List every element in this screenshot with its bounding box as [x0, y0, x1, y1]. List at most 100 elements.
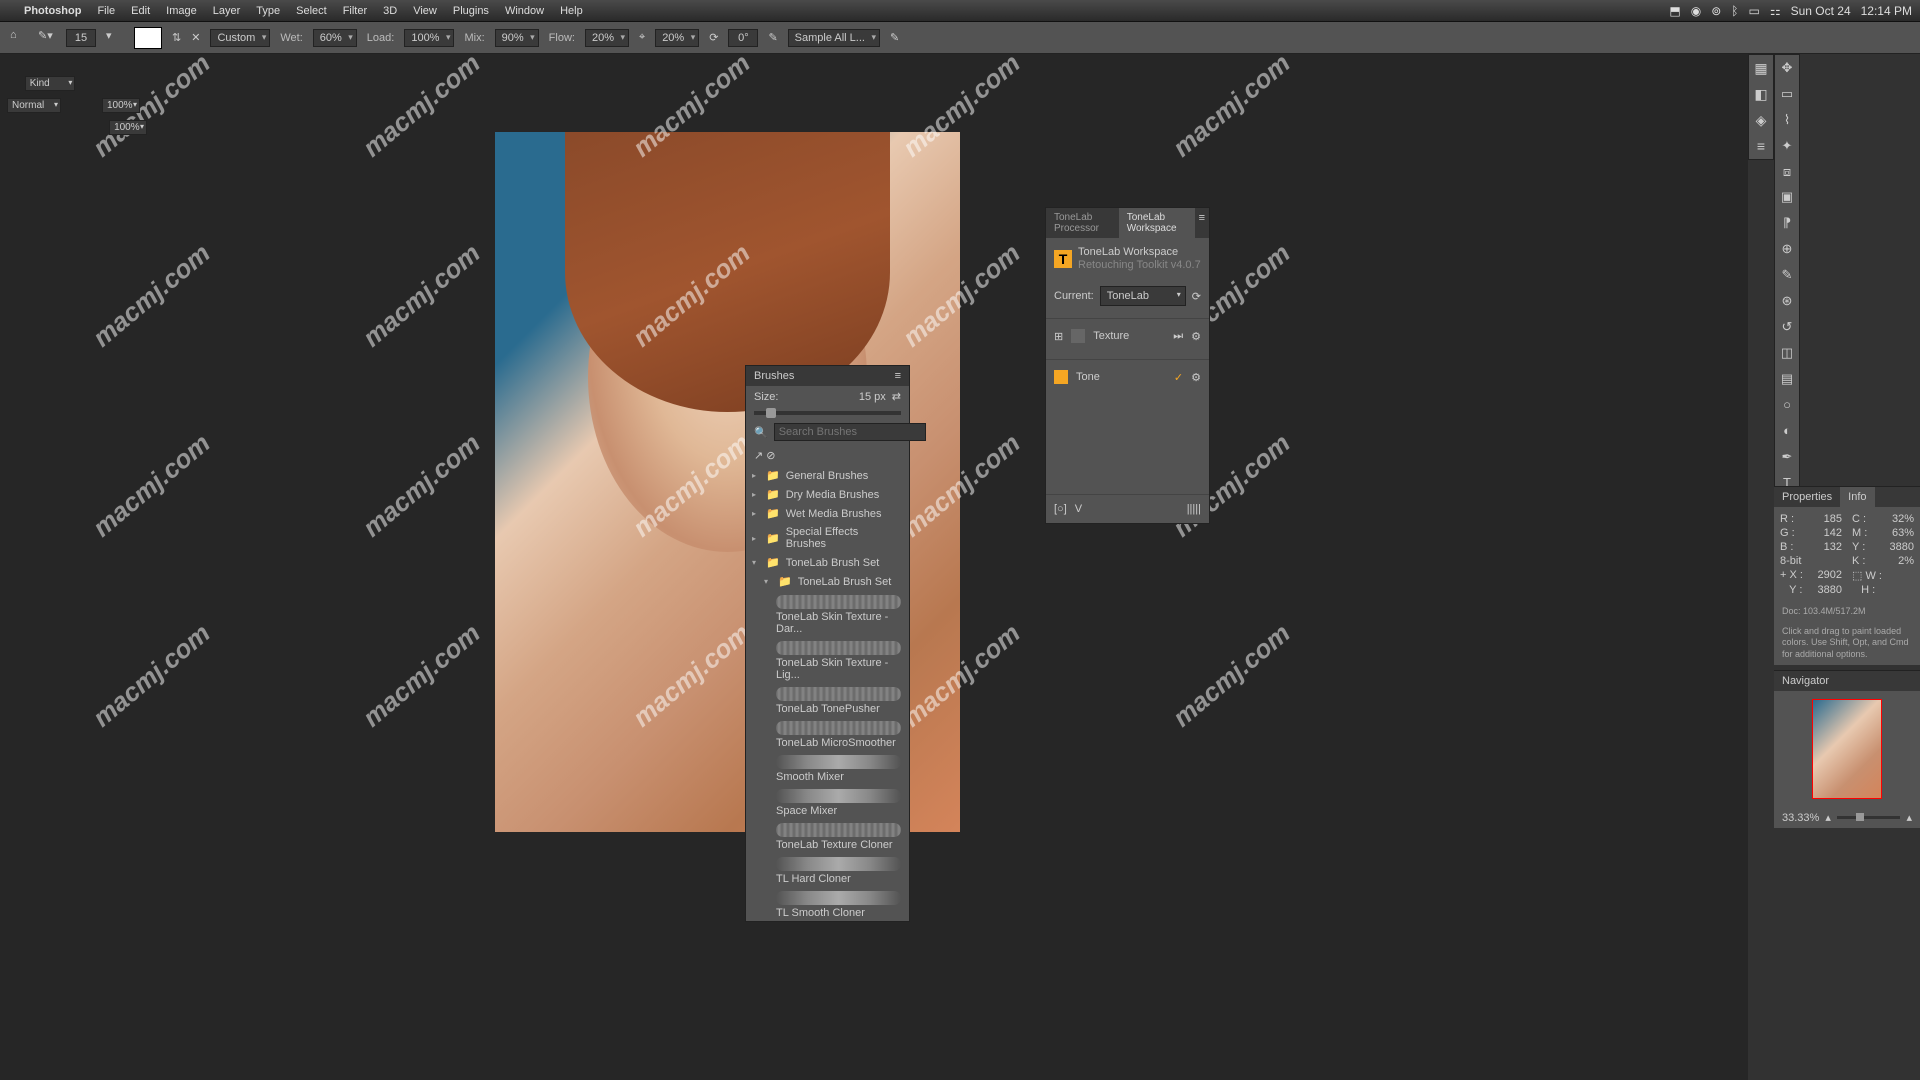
- bluetooth-icon[interactable]: ᛒ: [1731, 4, 1738, 18]
- refresh-icon[interactable]: ⟳: [1192, 290, 1201, 303]
- tool-icon[interactable]: ✎▾: [38, 29, 56, 47]
- menu-file[interactable]: File: [97, 5, 115, 17]
- brush-preset-icon[interactable]: ▾: [106, 29, 124, 47]
- pen-tool-icon[interactable]: ✒: [1775, 444, 1799, 470]
- status-icon[interactable]: ◉: [1691, 4, 1701, 18]
- grid-icon[interactable]: ⊞: [1054, 330, 1063, 343]
- clean-brush-icon[interactable]: ✕: [191, 31, 200, 44]
- settings-icon[interactable]: ⚙: [1191, 371, 1201, 384]
- flow-value[interactable]: 20%: [585, 29, 629, 47]
- flip-icon[interactable]: ⇄: [892, 390, 901, 403]
- menu-select[interactable]: Select: [296, 5, 327, 17]
- gradient-tool-icon[interactable]: ▤: [1775, 366, 1799, 392]
- navigator-thumb[interactable]: [1812, 699, 1882, 799]
- rotation-icon[interactable]: ⟳: [709, 31, 718, 44]
- brush-item[interactable]: Space Mixer: [746, 785, 909, 819]
- battery-icon[interactable]: ▭: [1748, 4, 1759, 18]
- rotation-value[interactable]: 0°: [728, 29, 758, 47]
- brush-size[interactable]: 15: [66, 29, 96, 47]
- tablet-icon[interactable]: ✎: [890, 31, 899, 44]
- status-icon[interactable]: ⊚: [1711, 4, 1721, 18]
- fill-value[interactable]: 100%: [109, 120, 147, 135]
- v-icon[interactable]: V: [1075, 503, 1082, 515]
- recent-brush-icon[interactable]: ↗: [754, 450, 763, 462]
- menu-image[interactable]: Image: [166, 5, 197, 17]
- menu-window[interactable]: Window: [505, 5, 544, 17]
- status-icon[interactable]: ⬒: [1669, 4, 1680, 18]
- tab-properties[interactable]: Properties: [1774, 487, 1840, 507]
- menu-view[interactable]: View: [413, 5, 437, 17]
- pressure-icon[interactable]: ✎: [768, 31, 777, 44]
- panel-icon[interactable]: ≡: [1749, 133, 1773, 159]
- crop-tool-icon[interactable]: ⧈: [1775, 159, 1799, 185]
- brush-item[interactable]: TL Hard Cloner: [746, 853, 909, 887]
- current-select[interactable]: ToneLab: [1100, 286, 1186, 306]
- move-tool-icon[interactable]: ✥: [1775, 55, 1799, 81]
- panel-menu-icon[interactable]: ≡: [1195, 208, 1209, 238]
- color-swatch[interactable]: [134, 27, 162, 49]
- kind-select[interactable]: Kind: [25, 76, 76, 91]
- menu-filter[interactable]: Filter: [343, 5, 367, 17]
- settings-icon[interactable]: ⚙: [1191, 330, 1201, 343]
- marquee-tool-icon[interactable]: ▭: [1775, 81, 1799, 107]
- size-slider[interactable]: [754, 411, 901, 415]
- dodge-tool-icon[interactable]: ◐: [1775, 418, 1799, 444]
- menu-help[interactable]: Help: [560, 5, 583, 17]
- bars-icon[interactable]: |||||: [1187, 503, 1201, 515]
- skip-icon[interactable]: ⏭: [1173, 330, 1183, 343]
- menu-3d[interactable]: 3D: [383, 5, 397, 17]
- zoom-value[interactable]: 33.33%: [1782, 812, 1819, 824]
- stamp-tool-icon[interactable]: ⊛: [1775, 288, 1799, 314]
- angle-value[interactable]: 20%: [655, 29, 699, 47]
- menubar-time[interactable]: 12:14 PM: [1861, 4, 1912, 18]
- tab-workspace[interactable]: ToneLab Workspace: [1119, 208, 1195, 238]
- brush-folder[interactable]: 📁Wet Media Brushes: [746, 504, 909, 523]
- brush-item[interactable]: ToneLab Skin Texture - Dar...: [746, 591, 909, 637]
- panel-icon[interactable]: ▦: [1749, 55, 1773, 81]
- panel-menu-icon[interactable]: ≡: [895, 370, 901, 382]
- zoom-in-icon[interactable]: ▴: [1906, 811, 1912, 824]
- recent-brush-icon[interactable]: ⊘: [766, 450, 775, 462]
- menu-type[interactable]: Type: [256, 5, 280, 17]
- wand-tool-icon[interactable]: ✦: [1775, 133, 1799, 159]
- blend-select[interactable]: Normal: [7, 98, 61, 113]
- heal-tool-icon[interactable]: ⊕: [1775, 236, 1799, 262]
- brush-folder[interactable]: 📁Special Effects Brushes: [746, 523, 909, 553]
- search-input[interactable]: [774, 423, 926, 441]
- brush-item[interactable]: Smooth Mixer: [746, 751, 909, 785]
- tone-label[interactable]: Tone: [1076, 371, 1100, 383]
- brush-folder[interactable]: 📁ToneLab Brush Set: [746, 553, 909, 572]
- size-value[interactable]: 15 px: [859, 391, 886, 403]
- mode-select[interactable]: Custom: [210, 29, 270, 47]
- eraser-tool-icon[interactable]: ◫: [1775, 340, 1799, 366]
- texture-label[interactable]: Texture: [1093, 330, 1129, 342]
- menubar-date[interactable]: Sun Oct 24: [1791, 4, 1851, 18]
- brush-tool-icon[interactable]: ✎: [1775, 262, 1799, 288]
- wet-value[interactable]: 60%: [313, 29, 357, 47]
- tab-processor[interactable]: ToneLab Processor: [1046, 208, 1119, 238]
- brush-item[interactable]: ToneLab Skin Texture - Lig...: [746, 637, 909, 683]
- brush-item[interactable]: ToneLab TonePusher: [746, 683, 909, 717]
- brush-folder[interactable]: 📁Dry Media Brushes: [746, 485, 909, 504]
- brush-item[interactable]: TL Smooth Cloner: [746, 887, 909, 921]
- panel-icon[interactable]: ◈: [1749, 107, 1773, 133]
- panel-icon[interactable]: ◧: [1749, 81, 1773, 107]
- zoom-slider[interactable]: [1837, 816, 1901, 819]
- menu-layer[interactable]: Layer: [213, 5, 241, 17]
- home-icon[interactable]: ⌂: [10, 29, 28, 47]
- brush-folder[interactable]: 📁General Brushes: [746, 466, 909, 485]
- menu-edit[interactable]: Edit: [131, 5, 150, 17]
- tab-info[interactable]: Info: [1840, 487, 1874, 507]
- brush-item[interactable]: ToneLab Texture Cloner: [746, 819, 909, 853]
- menu-plugins[interactable]: Plugins: [453, 5, 489, 17]
- check-icon[interactable]: ✓: [1174, 371, 1183, 384]
- load-value[interactable]: 100%: [404, 29, 454, 47]
- airbrush-icon[interactable]: ⌖: [639, 31, 645, 44]
- lasso-tool-icon[interactable]: ⌇: [1775, 107, 1799, 133]
- brush-item[interactable]: ToneLab MicroSmoother: [746, 717, 909, 751]
- brush-subfolder[interactable]: 📁ToneLab Brush Set: [746, 572, 909, 591]
- camera-icon[interactable]: [○]: [1054, 503, 1067, 515]
- wifi-icon[interactable]: ⚏: [1770, 4, 1781, 18]
- blur-tool-icon[interactable]: ○: [1775, 392, 1799, 418]
- swatch-toggle-icon[interactable]: ⇅: [172, 31, 181, 44]
